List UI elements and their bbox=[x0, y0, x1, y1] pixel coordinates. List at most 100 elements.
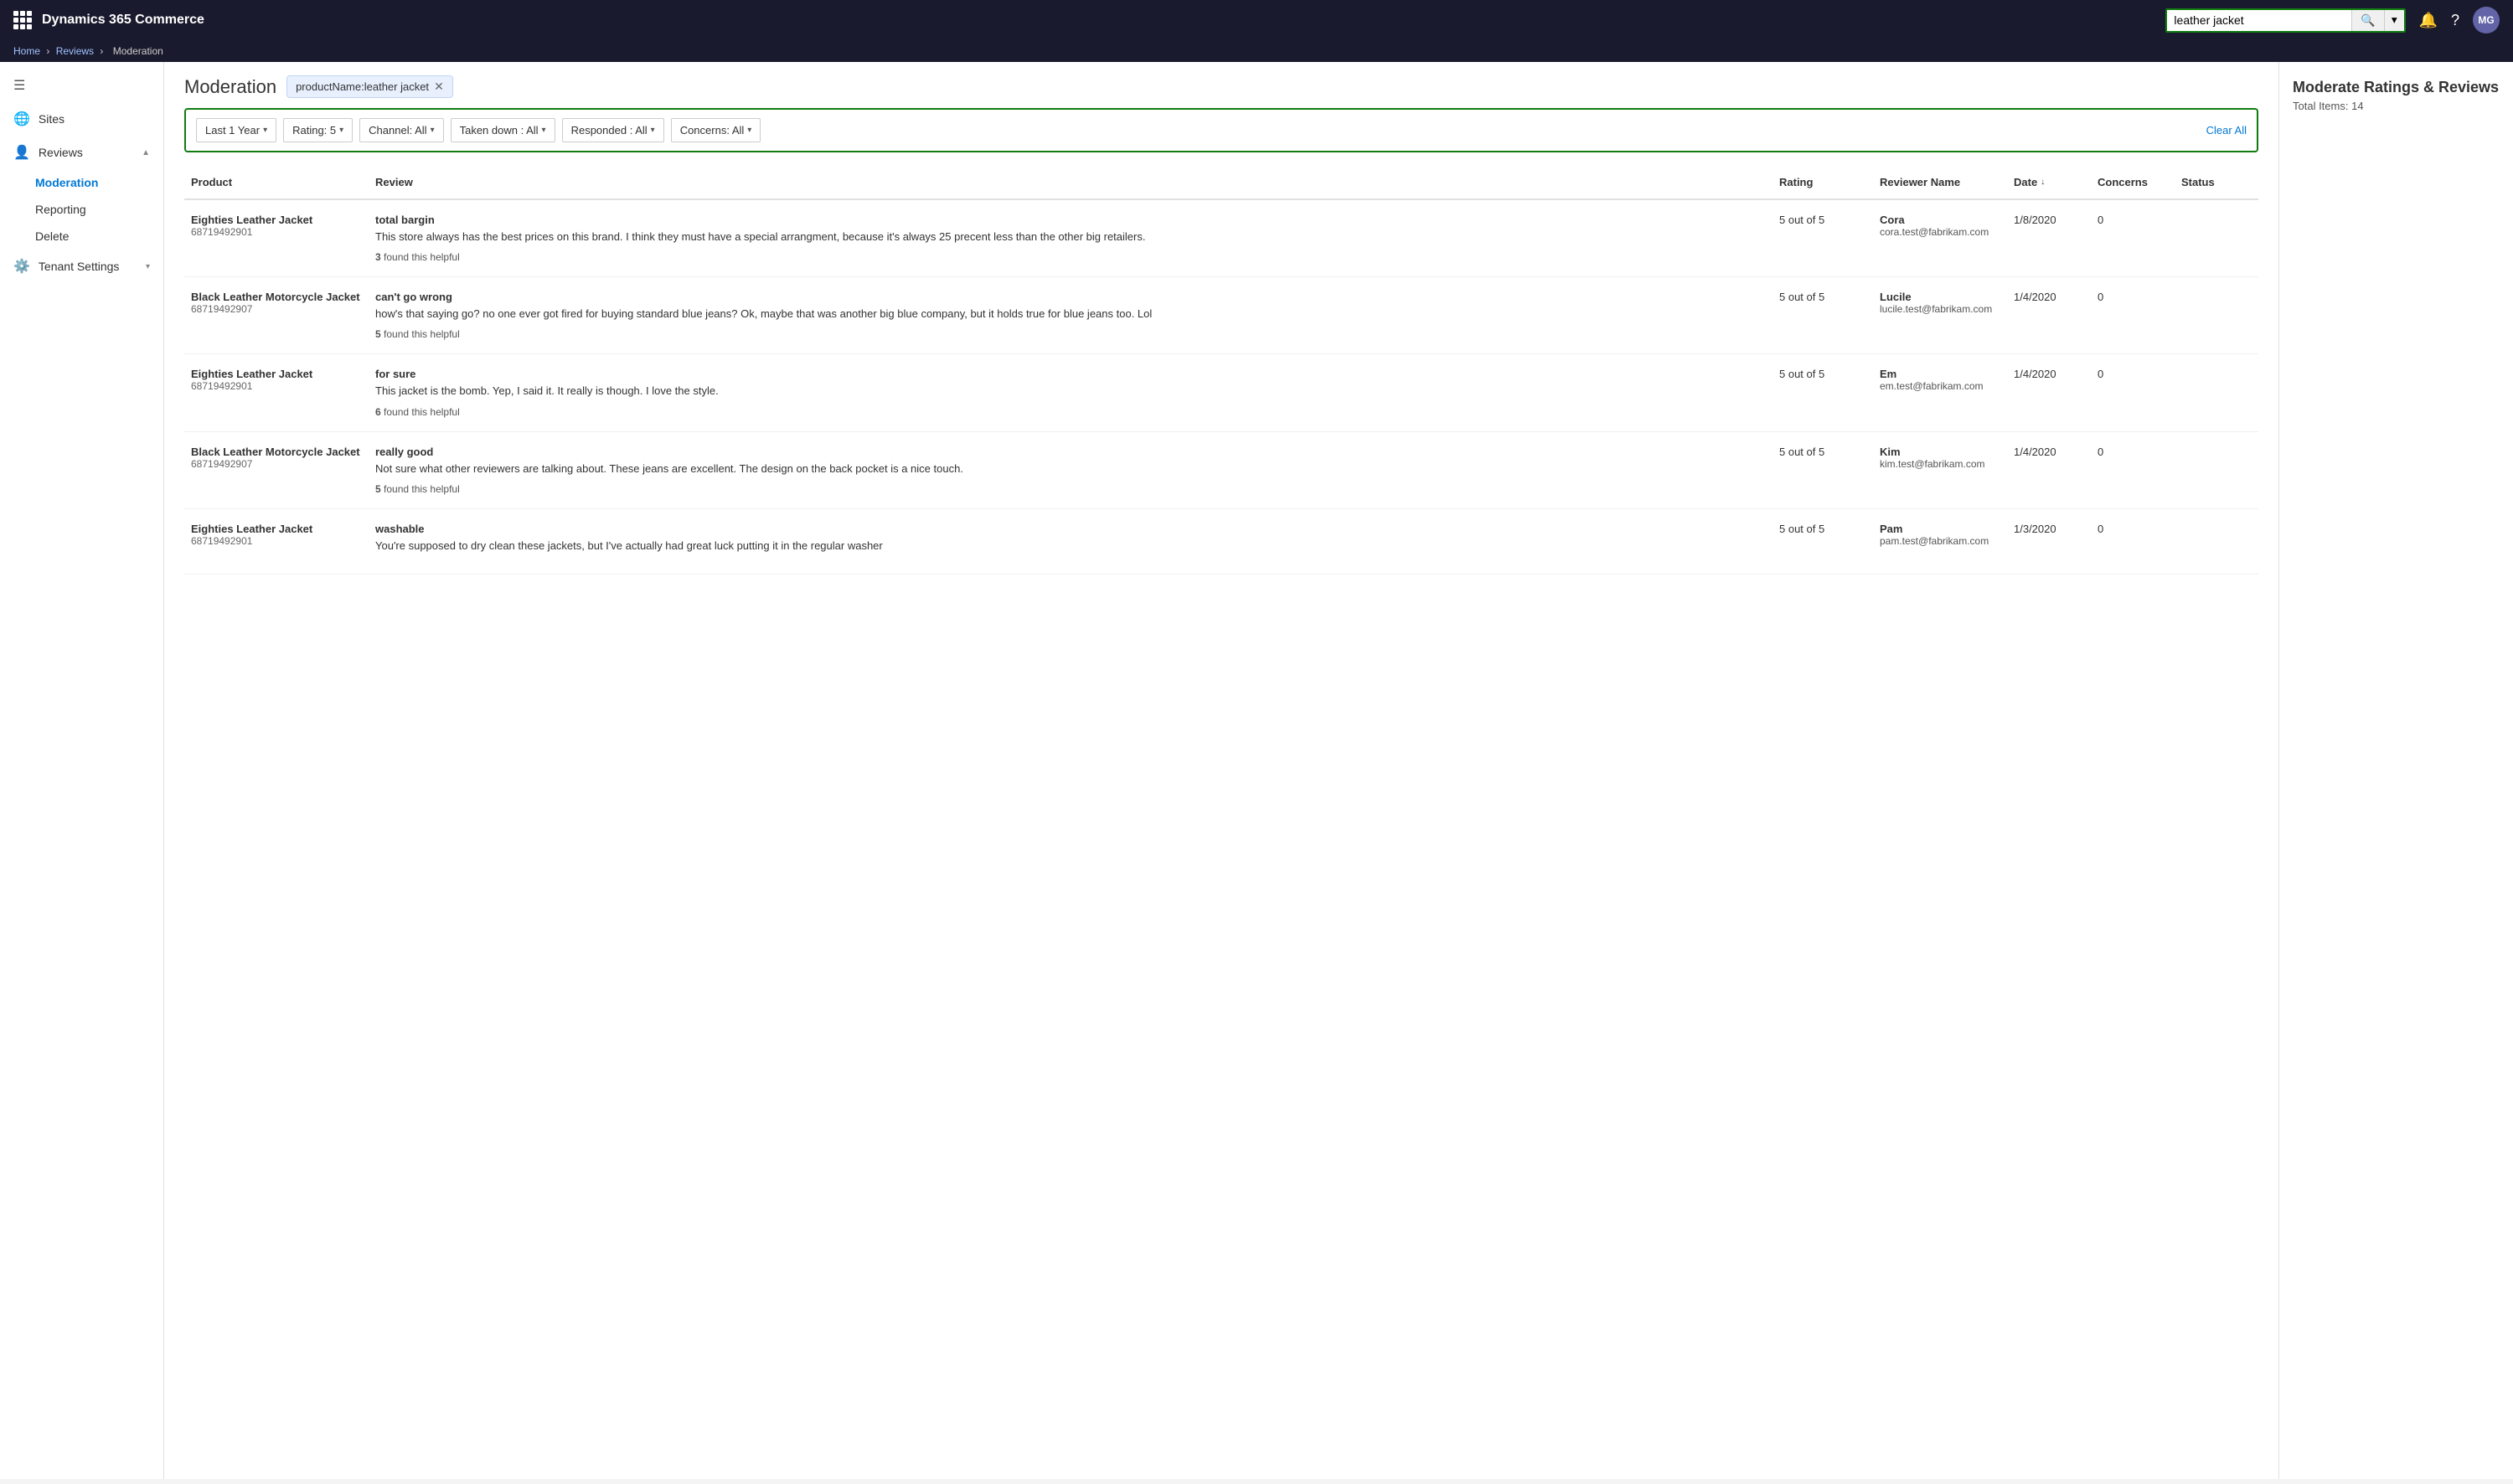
sidebar-sub-item-moderation[interactable]: Moderation bbox=[0, 169, 163, 196]
filter-rating-btn[interactable]: Rating: 5 ▾ bbox=[283, 118, 353, 142]
table-row[interactable]: Eighties Leather Jacket 68719492901 tota… bbox=[184, 200, 2258, 277]
cell-rating: 5 out of 5 bbox=[1773, 442, 1873, 461]
col-header-rating: Rating bbox=[1773, 173, 1873, 192]
filter-responded-btn[interactable]: Responded : All ▾ bbox=[562, 118, 664, 142]
col-header-date[interactable]: Date ↓ bbox=[2007, 173, 2091, 192]
reviewer-name: Cora bbox=[1880, 214, 2000, 226]
period-chevron-icon: ▾ bbox=[263, 126, 267, 135]
filter-period-btn[interactable]: Last 1 Year ▾ bbox=[196, 118, 276, 142]
globe-icon: 🌐 bbox=[13, 111, 30, 127]
help-icon[interactable]: ? bbox=[2451, 12, 2459, 29]
review-title: really good bbox=[375, 446, 1766, 458]
cell-review: for sure This jacket is the bomb. Yep, I… bbox=[369, 364, 1773, 420]
page-title: Moderation bbox=[184, 76, 276, 98]
avatar[interactable]: MG bbox=[2473, 7, 2500, 33]
table-row[interactable]: Black Leather Motorcycle Jacket 68719492… bbox=[184, 277, 2258, 354]
cell-reviewer: Cora cora.test@fabrikam.com bbox=[1873, 210, 2007, 241]
table-row[interactable]: Eighties Leather Jacket 68719492901 for … bbox=[184, 354, 2258, 431]
product-id: 68719492907 bbox=[191, 303, 362, 315]
reviewer-email: cora.test@fabrikam.com bbox=[1880, 226, 2000, 238]
cell-status bbox=[2175, 442, 2258, 449]
cell-status bbox=[2175, 519, 2258, 526]
filter-period-label: Last 1 Year bbox=[205, 124, 260, 137]
main-content: Moderation productName:leather jacket ✕ … bbox=[164, 62, 2278, 1479]
search-dropdown-button[interactable]: ▾ bbox=[2384, 10, 2404, 31]
breadcrumb: Home › Reviews › Moderation bbox=[0, 40, 2513, 62]
cell-concerns: 0 bbox=[2091, 287, 2175, 307]
reviewer-name: Em bbox=[1880, 368, 2000, 380]
review-title: for sure bbox=[375, 368, 1766, 380]
table-rows-container: Eighties Leather Jacket 68719492901 tota… bbox=[184, 200, 2258, 575]
cell-review: total bargin This store always has the b… bbox=[369, 210, 1773, 266]
review-body: You're supposed to dry clean these jacke… bbox=[375, 538, 1766, 554]
review-body: Not sure what other reviewers are talkin… bbox=[375, 461, 1766, 477]
table-row[interactable]: Eighties Leather Jacket 68719492901 wash… bbox=[184, 509, 2258, 575]
filter-channel-btn[interactable]: Channel: All ▾ bbox=[359, 118, 443, 142]
review-body: This jacket is the bomb. Yep, I said it.… bbox=[375, 384, 1766, 399]
responded-chevron-icon: ▾ bbox=[651, 126, 655, 135]
cell-status bbox=[2175, 287, 2258, 294]
review-title: can't go wrong bbox=[375, 291, 1766, 303]
clear-all-btn[interactable]: Clear All bbox=[2206, 124, 2247, 137]
product-name: Eighties Leather Jacket bbox=[191, 214, 362, 226]
cell-reviewer: Lucile lucile.test@fabrikam.com bbox=[1873, 287, 2007, 318]
filter-channel-label: Channel: All bbox=[369, 124, 426, 137]
breadcrumb-home[interactable]: Home bbox=[13, 45, 40, 57]
review-helpful: 6 found this helpful bbox=[375, 406, 1766, 418]
global-search-container: 🔍 ▾ bbox=[2165, 8, 2405, 33]
total-label: Total Items: bbox=[2293, 100, 2348, 112]
cell-concerns: 0 bbox=[2091, 519, 2175, 538]
cell-product: Eighties Leather Jacket 68719492901 bbox=[184, 210, 369, 241]
cell-product: Black Leather Motorcycle Jacket 68719492… bbox=[184, 442, 369, 473]
reviewer-name: Lucile bbox=[1880, 291, 2000, 303]
top-nav: Dynamics 365 Commerce 🔍 ▾ 🔔 ? MG bbox=[0, 0, 2513, 40]
cell-rating: 5 out of 5 bbox=[1773, 210, 1873, 229]
hamburger-icon: ☰ bbox=[13, 77, 25, 94]
sidebar-collapse-btn[interactable]: ☰ bbox=[0, 69, 163, 102]
reviewer-email: pam.test@fabrikam.com bbox=[1880, 535, 2000, 547]
sidebar-reviews-label: Reviews bbox=[39, 146, 133, 159]
cell-review: really good Not sure what other reviewer… bbox=[369, 442, 1773, 498]
col-header-product: Product bbox=[184, 173, 369, 192]
review-body: how's that saying go? no one ever got fi… bbox=[375, 307, 1766, 322]
rating-chevron-icon: ▾ bbox=[339, 126, 343, 135]
tag-label: productName:leather jacket bbox=[296, 80, 429, 93]
sidebar-item-reviews[interactable]: 👤 Reviews ▲ bbox=[0, 136, 163, 169]
notification-icon[interactable]: 🔔 bbox=[2419, 12, 2438, 29]
filter-responded-label: Responded : All bbox=[571, 124, 648, 137]
sidebar-tenant-label: Tenant Settings bbox=[39, 260, 137, 273]
global-search-input[interactable] bbox=[2167, 10, 2351, 31]
cell-status bbox=[2175, 210, 2258, 217]
apps-icon[interactable] bbox=[13, 11, 32, 29]
review-title: washable bbox=[375, 523, 1766, 535]
table-row[interactable]: Black Leather Motorcycle Jacket 68719492… bbox=[184, 432, 2258, 509]
sidebar-item-tenant-settings[interactable]: ⚙️ Tenant Settings ▾ bbox=[0, 250, 163, 283]
sidebar-sub-item-delete[interactable]: Delete bbox=[0, 223, 163, 250]
col-header-reviewer: Reviewer Name bbox=[1873, 173, 2007, 192]
cell-date: 1/3/2020 bbox=[2007, 519, 2091, 538]
review-helpful: 5 found this helpful bbox=[375, 483, 1766, 495]
table-header: Product Review Rating Reviewer Name Date… bbox=[184, 166, 2258, 200]
filter-taken-down-btn[interactable]: Taken down : All ▾ bbox=[451, 118, 555, 142]
sidebar-sub-item-reporting[interactable]: Reporting bbox=[0, 196, 163, 223]
filter-concerns-btn[interactable]: Concerns: All ▾ bbox=[671, 118, 761, 142]
tag-close-btn[interactable]: ✕ bbox=[434, 80, 444, 94]
reviewer-email: kim.test@fabrikam.com bbox=[1880, 458, 2000, 470]
right-panel: Moderate Ratings & Reviews Total Items: … bbox=[2278, 62, 2513, 1479]
cell-date: 1/4/2020 bbox=[2007, 287, 2091, 307]
person-icon: 👤 bbox=[13, 144, 30, 161]
cell-review: washable You're supposed to dry clean th… bbox=[369, 519, 1773, 564]
search-button[interactable]: 🔍 bbox=[2351, 10, 2383, 31]
concerns-chevron-icon: ▾ bbox=[747, 126, 751, 135]
active-filter-tag: productName:leather jacket ✕ bbox=[286, 75, 453, 98]
breadcrumb-reviews[interactable]: Reviews bbox=[56, 45, 94, 57]
gear-icon: ⚙️ bbox=[13, 258, 30, 275]
breadcrumb-current: Moderation bbox=[113, 45, 163, 57]
cell-date: 1/4/2020 bbox=[2007, 442, 2091, 461]
cell-concerns: 0 bbox=[2091, 442, 2175, 461]
cell-reviewer: Kim kim.test@fabrikam.com bbox=[1873, 442, 2007, 473]
sidebar-item-sites[interactable]: 🌐 Sites bbox=[0, 102, 163, 136]
top-nav-left: Dynamics 365 Commerce bbox=[13, 11, 204, 29]
review-title: total bargin bbox=[375, 214, 1766, 226]
col-header-status: Status bbox=[2175, 173, 2258, 192]
